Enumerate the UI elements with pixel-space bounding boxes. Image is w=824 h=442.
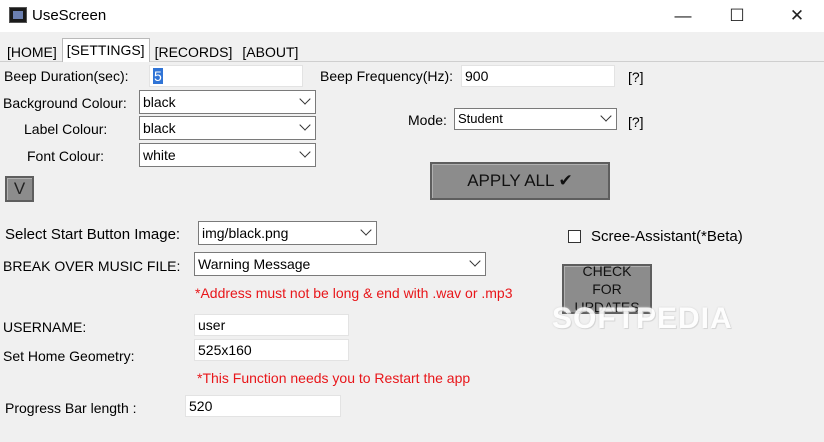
start-image-label: Select Start Button Image: (5, 226, 181, 243)
geometry-input[interactable]: 525x160 (194, 339, 349, 361)
v-button[interactable]: V (5, 176, 34, 202)
geometry-label: Set Home Geometry: (3, 348, 135, 364)
username-input[interactable]: user (194, 314, 349, 336)
music-file-note: *Address must not be long & end with .wa… (195, 285, 513, 301)
progress-length-input[interactable]: 520 (185, 395, 341, 417)
background-colour-value: black (143, 94, 176, 110)
close-button[interactable]: ✕ (774, 0, 820, 32)
background-colour-label: Background Colour: (3, 95, 127, 111)
beep-duration-label: Beep Duration(sec): (4, 68, 129, 84)
window-title: UseScreen (32, 7, 107, 24)
music-file-select[interactable]: Warning Message (194, 252, 486, 276)
label-colour-value: black (143, 120, 176, 136)
chevron-down-icon (299, 146, 311, 158)
mode-label: Mode: (408, 112, 447, 128)
background-colour-select[interactable]: black (139, 90, 316, 114)
app-icon (9, 7, 27, 23)
assistant-label: Scree-Assistant(*Beta) (591, 228, 743, 245)
music-file-label: BREAK OVER MUSIC FILE: (3, 258, 181, 274)
music-file-value: Warning Message (198, 256, 311, 272)
tab-bar: [HOME] [SETTINGS] [RECORDS] [ABOUT] (2, 38, 303, 62)
label-colour-label: Label Colour: (24, 121, 108, 137)
username-label: USERNAME: (3, 319, 87, 335)
apply-all-button[interactable]: APPLY ALL ✔ (430, 162, 610, 200)
help-mode-link[interactable]: [?] (628, 114, 644, 130)
beep-duration-value: 5 (153, 68, 163, 84)
help-frequency-link[interactable]: [?] (628, 69, 644, 85)
restart-note: *This Function needs you to Restart the … (197, 370, 471, 386)
assistant-checkbox[interactable] (568, 230, 581, 243)
tab-home[interactable]: [HOME] (2, 40, 62, 62)
chevron-down-icon (299, 119, 311, 131)
tab-records[interactable]: [RECORDS] (150, 40, 238, 62)
font-colour-select[interactable]: white (139, 143, 316, 167)
title-bar: UseScreen — ☐ ✕ (0, 0, 824, 32)
tab-settings[interactable]: [SETTINGS] (61, 38, 150, 62)
font-colour-value: white (143, 147, 176, 163)
chevron-down-icon (600, 110, 612, 122)
minimize-button[interactable]: — (660, 0, 706, 32)
beep-frequency-label: Beep Frequency(Hz): (320, 68, 454, 84)
chevron-down-icon (299, 93, 311, 105)
font-colour-label: Font Colour: (27, 148, 105, 164)
progress-length-label: Progress Bar length : (5, 400, 137, 416)
start-image-select[interactable]: img/black.png (198, 221, 377, 245)
maximize-button[interactable]: ☐ (714, 0, 760, 32)
mode-select[interactable]: Student (454, 108, 617, 130)
chevron-down-icon (469, 255, 481, 267)
label-colour-select[interactable]: black (139, 116, 316, 140)
tab-about[interactable]: [ABOUT] (237, 40, 303, 62)
mode-value: Student (458, 111, 503, 126)
beep-duration-input[interactable]: 5 (149, 65, 303, 87)
softpedia-watermark: SOFTPEDIA (552, 302, 733, 335)
chevron-down-icon (360, 224, 372, 236)
beep-frequency-input[interactable]: 900 (461, 65, 615, 87)
start-image-value: img/black.png (202, 225, 289, 241)
